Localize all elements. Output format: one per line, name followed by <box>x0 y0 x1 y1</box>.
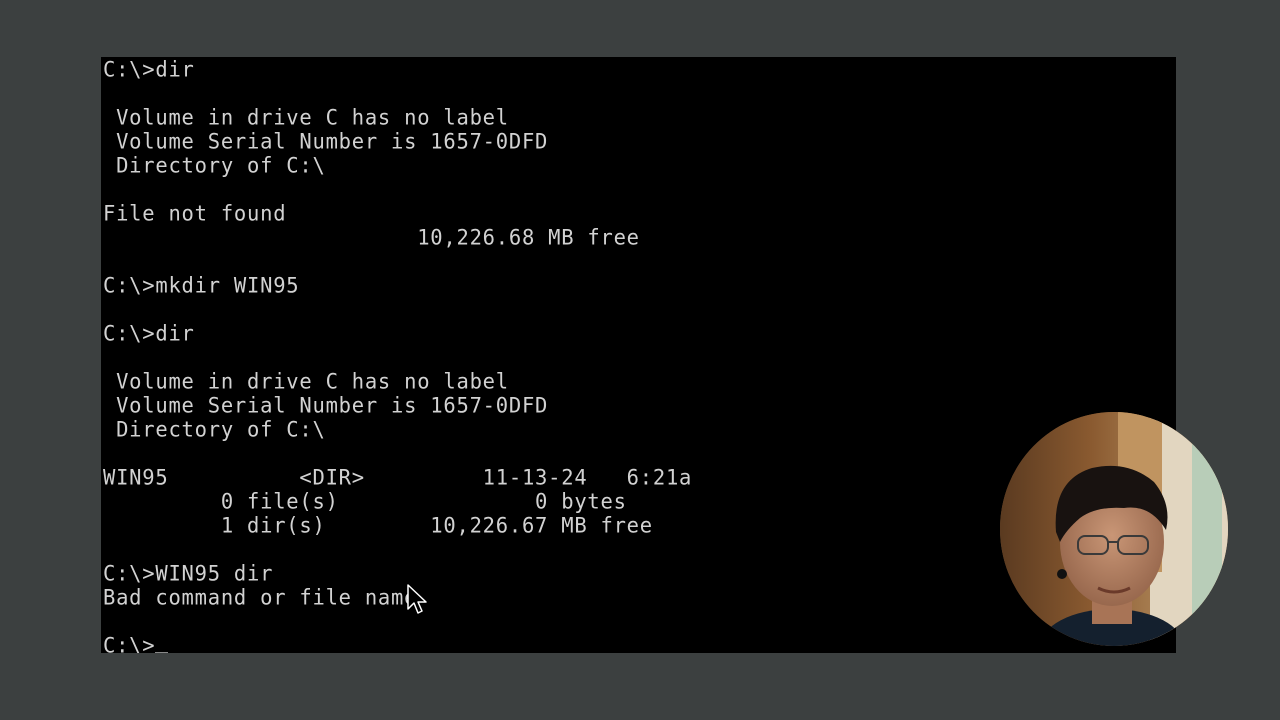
terminal-line: 1 dir(s) 10,226.67 MB free <box>103 512 653 538</box>
webcam-overlay <box>1000 412 1228 646</box>
terminal-line: C:\>WIN95 dir <box>103 560 274 586</box>
command-prompt-line[interactable]: C:\> <box>103 632 169 653</box>
mouse-pointer-icon <box>407 584 427 614</box>
terminal-line: C:\>dir <box>103 320 195 346</box>
terminal-line: 0 file(s) 0 bytes <box>103 488 627 514</box>
terminal-line: WIN95 <DIR> 11-13-24 6:21a <box>103 464 693 490</box>
command-prompt: C:\> <box>103 632 156 653</box>
terminal-line: C:\>mkdir WIN95 <box>103 272 300 298</box>
webcam-presenter-image <box>1000 412 1228 646</box>
terminal-line: Directory of C:\ <box>103 152 326 178</box>
terminal-line: C:\>dir <box>103 57 195 82</box>
terminal-line: Volume in drive C has no label <box>103 368 509 394</box>
terminal-line: File not found <box>103 200 287 226</box>
terminal-line: Directory of C:\ <box>103 416 326 442</box>
terminal-line: Volume Serial Number is 1657-0DFD <box>103 392 549 418</box>
terminal-line: 10,226.68 MB free <box>103 224 640 250</box>
terminal-line: Volume in drive C has no label <box>103 104 509 130</box>
text-cursor <box>155 652 169 653</box>
terminal-line: Bad command or file name <box>103 584 418 610</box>
terminal-line: Volume Serial Number is 1657-0DFD <box>103 128 549 154</box>
